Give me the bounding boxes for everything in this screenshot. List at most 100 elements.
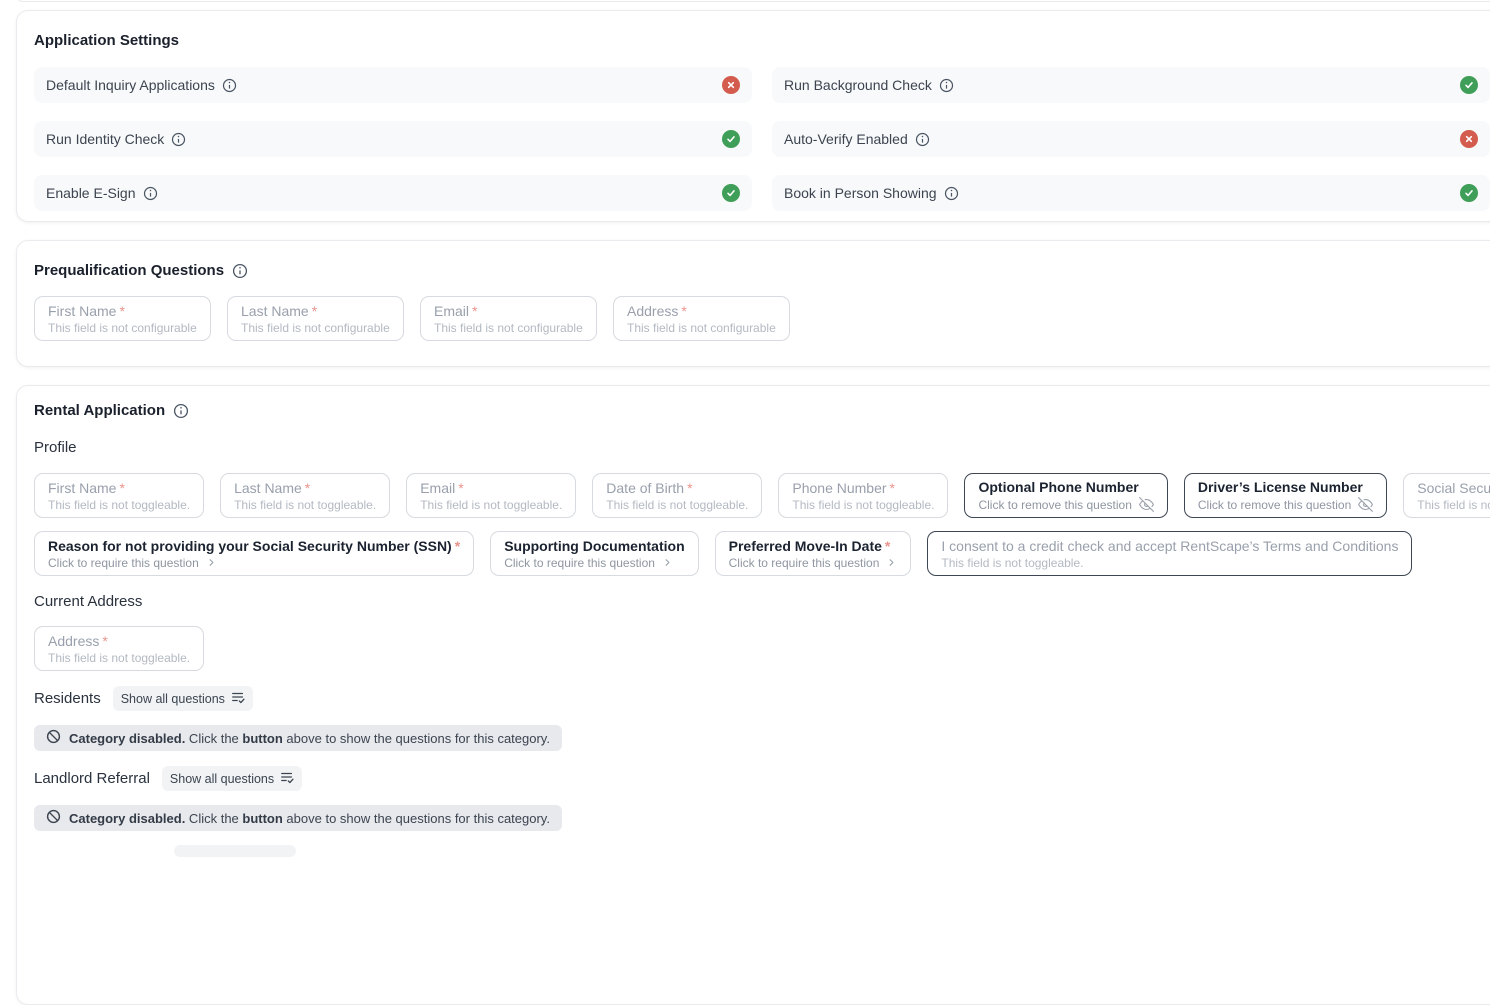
eye-off-icon: [1358, 497, 1373, 512]
field-subtitle: This field is not configurable: [434, 321, 583, 335]
setting-label-text: Run Identity Check: [46, 131, 164, 147]
field-title: Phone Number*: [792, 480, 934, 496]
profile-fields-row-2: Reason for not providing your Social Sec…: [34, 531, 1490, 576]
field-subtitle: This field is not toggleable.: [606, 498, 748, 512]
residents-row: Residents Show all questions: [34, 686, 1490, 711]
landlord-referral-heading: Landlord Referral: [34, 770, 150, 787]
field-subtitle: Click to require this question: [504, 556, 684, 570]
required-asterisk: *: [681, 303, 686, 319]
show-all-questions-button[interactable]: Show all questions: [162, 766, 302, 791]
field-title: Last Name*: [241, 303, 390, 319]
setting-row-auto-verify-enabled: Auto-Verify Enabled: [772, 121, 1490, 157]
info-icon[interactable]: [222, 78, 237, 93]
profile-heading: Profile: [34, 439, 1490, 456]
setting-row-book-in-person-showing: Book in Person Showing: [772, 175, 1490, 211]
show-all-questions-label: Show all questions: [121, 692, 225, 706]
field-title: Preferred Move-In Date*: [729, 538, 898, 554]
required-asterisk: *: [472, 303, 477, 319]
setting-label: Default Inquiry Applications: [46, 77, 237, 93]
status-badge[interactable]: [722, 184, 740, 202]
list-check-icon: [280, 770, 294, 787]
residents-heading: Residents: [34, 690, 101, 707]
info-icon[interactable]: [171, 132, 186, 147]
setting-label: Enable E-Sign: [46, 185, 158, 201]
field-card-email: Email* This field is not toggleable.: [406, 473, 576, 518]
setting-label-text: Auto-Verify Enabled: [784, 131, 908, 147]
rental-application-title: Rental Application: [34, 402, 1490, 419]
field-subtitle: This field is not configurable: [48, 321, 197, 335]
field-title: First Name*: [48, 480, 190, 496]
info-icon[interactable]: [944, 186, 959, 201]
chevron-right-icon: [206, 557, 217, 568]
required-asterisk: *: [119, 303, 124, 319]
status-badge[interactable]: [1460, 130, 1478, 148]
field-title: I consent to a credit check and accept R…: [941, 538, 1398, 554]
field-card-supporting-documentation[interactable]: Supporting Documentation Click to requir…: [490, 531, 698, 576]
required-asterisk: *: [890, 480, 895, 496]
info-icon[interactable]: [915, 132, 930, 147]
prequalification-questions-card: Prequalification Questions First Name* T…: [16, 240, 1490, 367]
field-subtitle: This field is not toggleable.: [941, 556, 1398, 570]
settings-grid: Default Inquiry Applications Run Backgro…: [34, 67, 1490, 211]
setting-row-run-background-check: Run Background Check: [772, 67, 1490, 103]
required-asterisk: *: [458, 480, 463, 496]
required-asterisk: *: [687, 480, 692, 496]
field-title: Email*: [420, 480, 562, 496]
status-badge[interactable]: [722, 76, 740, 94]
setting-label-text: Enable E-Sign: [46, 185, 136, 201]
field-subtitle: This field is not toggleable.: [1417, 498, 1490, 512]
required-asterisk: *: [305, 480, 310, 496]
info-icon[interactable]: [232, 263, 248, 279]
application-settings-card: Application Settings Default Inquiry App…: [16, 10, 1490, 222]
setting-row-default-inquiry-applications: Default Inquiry Applications: [34, 67, 752, 103]
status-badge[interactable]: [1460, 76, 1478, 94]
setting-label-text: Default Inquiry Applications: [46, 77, 215, 93]
category-disabled-banner: Category disabled. Click the button abov…: [34, 725, 562, 751]
field-title: Date of Birth*: [606, 480, 748, 496]
field-card-last-name: Last Name* This field is not toggleable.: [220, 473, 390, 518]
partial-button[interactable]: [174, 845, 296, 857]
field-card-address: Address* This field is not toggleable.: [34, 626, 204, 671]
field-card-ssn-reason[interactable]: Reason for not providing your Social Sec…: [34, 531, 474, 576]
setting-label: Run Identity Check: [46, 131, 186, 147]
previous-card-bottom-edge: [16, 0, 1490, 2]
setting-label-text: Book in Person Showing: [784, 185, 937, 201]
field-card-email: Email* This field is not configurable: [420, 296, 597, 341]
field-card-date-of-birth: Date of Birth* This field is not togglea…: [592, 473, 762, 518]
field-subtitle: This field is not configurable: [627, 321, 776, 335]
field-card-phone-number: Phone Number* This field is not toggleab…: [778, 473, 948, 518]
application-settings-title-text: Application Settings: [34, 32, 179, 49]
ban-icon: [46, 809, 61, 827]
field-title: Email*: [434, 303, 583, 319]
show-all-questions-button[interactable]: Show all questions: [113, 686, 253, 711]
field-card-address: Address* This field is not configurable: [613, 296, 790, 341]
setting-row-enable-e-sign: Enable E-Sign: [34, 175, 752, 211]
list-check-icon: [231, 690, 245, 707]
required-asterisk: *: [455, 538, 460, 554]
required-asterisk: *: [885, 538, 890, 554]
status-badge[interactable]: [1460, 184, 1478, 202]
field-subtitle: This field is not toggleable.: [234, 498, 376, 512]
required-asterisk: *: [312, 303, 317, 319]
field-card-first-name: First Name* This field is not toggleable…: [34, 473, 204, 518]
chevron-right-icon: [886, 557, 897, 568]
application-settings-title: Application Settings: [34, 32, 1490, 49]
show-all-questions-label: Show all questions: [170, 772, 274, 786]
category-disabled-banner: Category disabled. Click the button abov…: [34, 805, 562, 831]
profile-fields-row-1: First Name* This field is not toggleable…: [34, 473, 1490, 518]
field-card-optional-phone-number[interactable]: Optional Phone Number Click to remove th…: [964, 473, 1167, 518]
info-icon[interactable]: [939, 78, 954, 93]
status-badge[interactable]: [722, 130, 740, 148]
info-icon[interactable]: [143, 186, 158, 201]
field-title: Driver’s License Number: [1198, 479, 1373, 495]
info-icon[interactable]: [173, 403, 189, 419]
field-subtitle: This field is not toggleable.: [48, 498, 190, 512]
field-subtitle: Click to require this question: [729, 556, 898, 570]
required-asterisk: *: [119, 480, 124, 496]
field-subtitle: This field is not toggleable.: [420, 498, 562, 512]
current-address-heading: Current Address: [34, 593, 1490, 610]
landlord-referral-row: Landlord Referral Show all questions: [34, 766, 1490, 791]
field-card-preferred-move-in-date[interactable]: Preferred Move-In Date* Click to require…: [715, 531, 912, 576]
setting-label-text: Run Background Check: [784, 77, 932, 93]
field-card-drivers-license-number[interactable]: Driver’s License Number Click to remove …: [1184, 473, 1387, 518]
